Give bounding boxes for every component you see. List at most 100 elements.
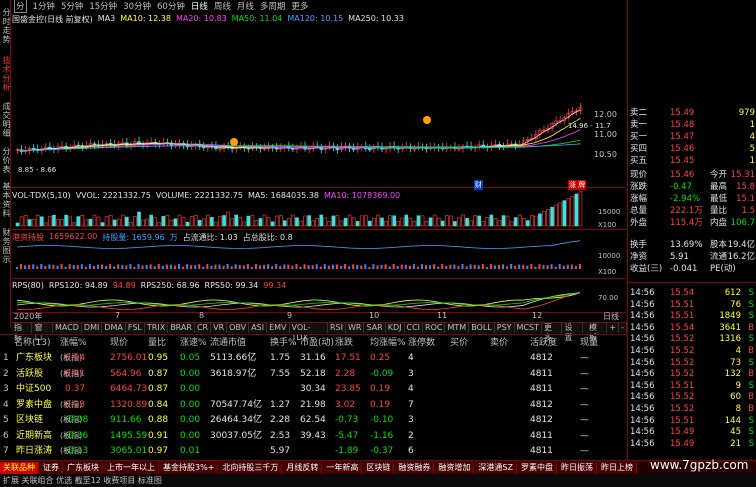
quote-stat-row: 总量 222.1万 量比 1.5 [628,206,756,217]
indicator-tab[interactable]: BOLL [469,323,495,333]
indicator-tool-button[interactable]: - [619,323,627,333]
table-cell: 0.19 [370,399,391,410]
indicator-tab[interactable]: TRIX [145,323,169,333]
column-header[interactable]: 涨幅% [60,336,87,350]
indicator-tab[interactable]: DMA [102,323,126,333]
table-cell: -1.89 [335,446,359,456]
indicator-tab[interactable]: VR [211,323,228,333]
volume-bar [125,216,129,227]
indicator-tab[interactable]: CCI [405,323,424,333]
table-row[interactable]: 7 昨日涨涛 (板指) -0.13 3065.01 0.97 0.01 5.97 -1.89 -0… [0,444,627,458]
bottom-tab[interactable]: 一年新高 [323,461,363,474]
table-cell: — [580,368,589,379]
indicator-tool-button[interactable]: 模板 [587,323,608,342]
bottom-tab[interactable]: 深港通SZ [475,461,517,474]
indicator-tab[interactable]: MCST [515,323,542,333]
table-row[interactable]: 3 中证500 0.37 6464.73 0.87 0.00 30.34 23.85 0.19 4… [0,382,627,396]
column-header[interactable]: 现价 [110,336,128,350]
kline-chart[interactable] [12,0,627,345]
column-header[interactable]: 现量 [580,336,598,350]
side-tab-finance[interactable]: 财务图示 [0,224,11,268]
volume-bar [424,221,429,227]
indicator-tab[interactable]: WR [346,323,365,333]
tick-direction: S [748,288,754,298]
volume-bar [197,220,202,227]
table-row[interactable]: 5 区块链 (板指) -0.08 911.66 0.88 0.00 26464.34亿 2.28… [0,413,627,427]
column-header[interactable]: 流通市值 [210,336,246,350]
indicator-tab[interactable]: ASI [249,323,268,333]
bottom-tab[interactable]: 关联品种 [0,461,39,474]
column-header[interactable]: 买价 [450,336,468,350]
table-row[interactable]: 6 近期新高 (板指) -0.36 1495.59 0.91 0.00 30037.05亿 2.… [0,429,627,443]
stat-label: 总量 [630,206,648,216]
flow-bar [129,264,132,269]
table-row[interactable]: 4 罗素中盘 (板指) 0.23 1320.89 0.84 0.00 70547.74亿 1.2… [0,398,627,412]
volume-bar [31,219,36,227]
indicator-tab[interactable]: ROC [423,323,446,333]
volume-bar [473,215,477,227]
flow-bar [68,264,71,269]
finance-marker[interactable]: 财 [474,180,483,190]
indicator-tab[interactable]: KDJ [386,323,405,333]
indicator-tab[interactable]: 更多 [542,323,563,342]
flow-bar [275,264,278,269]
column-header[interactable]: 卖价 [490,336,508,350]
bottom-tab[interactable]: 融资融券 [395,461,435,474]
column-header[interactable]: 换手% [270,336,297,350]
row-index: 5 [3,415,9,425]
indicator-tool-button[interactable]: + [607,323,620,333]
indicator-tab[interactable]: RSI [328,323,346,333]
bottom-tab[interactable]: 基金持股3%+ [160,461,219,474]
ma_legend-legend-item: MA3 [97,14,116,23]
volume-bar [562,200,567,227]
indicator-tab[interactable]: MACD [53,323,82,333]
side-tab-profile[interactable]: 基本资料 [0,178,11,222]
indicator-tab[interactable]: 指标 [12,323,33,342]
indicator-tab[interactable]: 设置 [562,323,583,342]
indicator-tab-bar: 指标 窗口 MACD DMI DMA FSL TRIX BRAR CR VR OBV ASI EMV VO… [12,322,627,342]
column-header[interactable]: 涨停数 [408,336,435,350]
column-header[interactable]: 涨跌 [335,336,353,350]
table-row[interactable]: 1 广东板块 (板指) 0.64 2756.01 0.95 0.05 5113.66亿 1.75… [0,351,627,365]
volume-bar [574,193,579,227]
column-header[interactable]: 市盈(动) [300,336,334,350]
bottom-tab[interactable]: 融资增加 [435,461,475,474]
bottom-tab[interactable]: 罗素中盘 [517,461,557,474]
indicator-tab[interactable]: FSL [126,323,145,333]
indicator-tab[interactable]: BRAR [168,323,195,333]
bottom-tab[interactable]: 月线反转 [283,461,323,474]
column-header[interactable]: 活跃度 [530,336,557,350]
indicator-tab[interactable]: EMV [267,323,290,333]
indicator-tab[interactable]: SAR [364,323,386,333]
indicator-tab[interactable]: 窗口 [32,323,53,342]
column-header[interactable]: 涨速% [180,336,207,350]
limit-up-marker[interactable]: 涨 牌 [568,180,587,190]
indicator-tab[interactable]: DMI [82,323,103,333]
indicator-tab[interactable]: VOL-TDX [290,323,328,342]
indicator-tab[interactable]: PSY [495,323,515,333]
bottom-tab[interactable]: 昨日振荡 [557,461,597,474]
volume-bar [121,214,125,227]
bottom-tab[interactable]: 广东板块 [64,461,103,474]
bottom-tab[interactable]: 上市一年以上 [104,461,159,474]
indicator-tab[interactable]: MTM [445,323,470,333]
bottom-tab[interactable]: 北向持股三千万 [219,461,283,474]
side-tab-price-table[interactable]: 分价表 [0,144,11,176]
event-marker[interactable] [423,116,431,124]
bottom-tab[interactable]: 昨日上榜 [597,461,637,474]
side-tab-technical[interactable]: 技术分析 [0,52,11,96]
column-header[interactable]: 名称(13) [14,336,50,350]
stat-label: 量比 [710,206,728,216]
indicator-tab[interactable]: CR [195,323,212,333]
bottom-tab[interactable]: 证券 [40,461,63,474]
side-tab-minute[interactable]: 分时走势 [0,2,11,50]
table-row[interactable]: 2 活跃股 (板指) 0.41 564.96 0.87 0.00 3618.97亿 7.55 52… [0,367,627,381]
event-marker[interactable] [230,138,238,146]
bottom-tab[interactable]: 区块链 [363,461,395,474]
column-header[interactable]: 量比 [148,336,166,350]
column-header[interactable]: 均涨幅% [370,336,406,350]
vol_legend-legend-item: VOLUME: 2221332.75 [155,191,243,200]
indicator-tab[interactable]: OBV [227,323,250,333]
side-tab-trades[interactable]: 成交明细 [0,98,11,142]
flow-bar [384,264,387,269]
